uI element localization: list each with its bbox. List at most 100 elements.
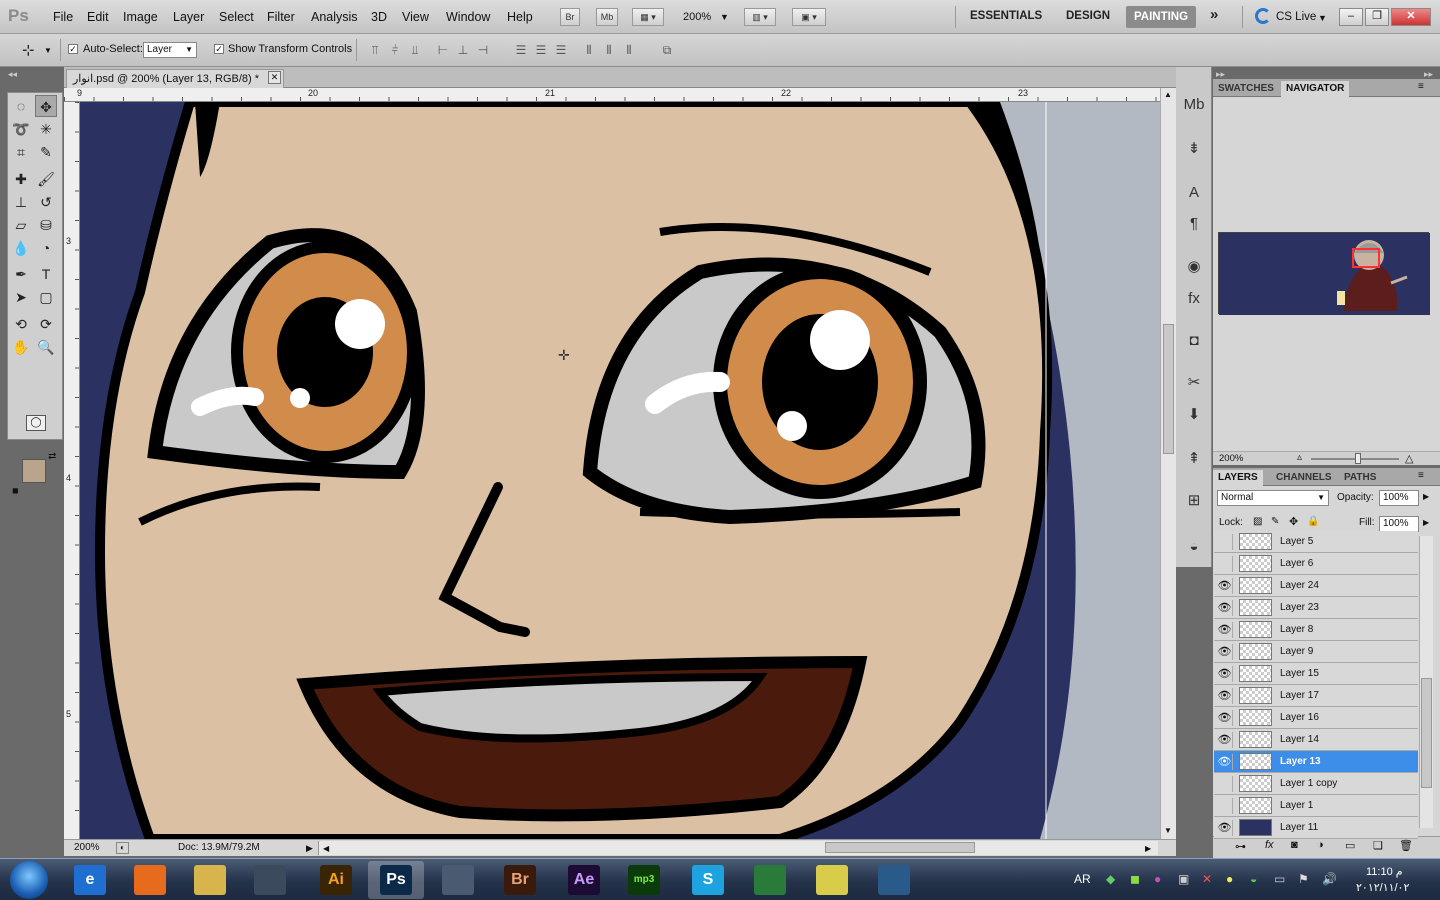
visibility-eye-icon[interactable]: 👁 xyxy=(1217,710,1233,726)
tab-layers[interactable]: LAYERS xyxy=(1213,470,1263,486)
opacity-input[interactable]: 100% xyxy=(1379,490,1419,506)
auto-align-icon[interactable]: ⧉ xyxy=(660,43,674,57)
tool-preset-dropdown-icon[interactable]: ▼ xyxy=(44,46,52,55)
auto-select-checkbox[interactable]: ✓ xyxy=(68,43,78,55)
zoom-tool-icon[interactable]: 🔍 xyxy=(35,336,57,358)
new-group-icon[interactable]: ▭ xyxy=(1345,839,1355,852)
tray-icon-7[interactable]: ◒ xyxy=(1250,872,1257,886)
menu-3d[interactable]: 3D xyxy=(371,10,387,24)
lock-transparent-icon[interactable]: ▨ xyxy=(1253,516,1262,527)
taskbar-explorer[interactable] xyxy=(182,861,238,899)
shape-tool-icon[interactable]: ▢ xyxy=(35,286,57,308)
taskbar-photoshop[interactable]: Ps xyxy=(368,861,424,899)
foreground-color-swatch[interactable] xyxy=(22,459,46,483)
tab-paths[interactable]: PATHS xyxy=(1339,470,1381,486)
lock-image-icon[interactable]: ✎ xyxy=(1271,516,1279,527)
default-colors-icon[interactable]: ◼ xyxy=(12,486,19,495)
clone-source-icon[interactable]: ◘ xyxy=(1182,329,1206,353)
fill-input[interactable]: 100% xyxy=(1379,516,1419,532)
layer-row[interactable]: 👁 Layer 16 xyxy=(1214,707,1418,729)
close-button[interactable]: ✕ xyxy=(1391,8,1431,26)
layers-panel-menu-icon[interactable]: ≡ xyxy=(1418,470,1424,481)
cs-live-button[interactable]: CS Live xyxy=(1276,11,1316,23)
dodge-tool-icon[interactable]: ◔ xyxy=(35,237,57,259)
show-desktop-icon[interactable]: ▭ xyxy=(1274,872,1285,886)
opacity-arrow-icon[interactable]: ▶ xyxy=(1423,492,1429,501)
lock-all-icon[interactable]: 🔒 xyxy=(1307,516,1319,527)
start-button[interactable] xyxy=(10,861,48,899)
brush-tool-icon[interactable]: 🖌 xyxy=(35,168,57,190)
pen-tool-icon[interactable]: ✒ xyxy=(10,263,32,285)
taskbar-illustrator[interactable]: Ai xyxy=(308,861,364,899)
tab-navigator[interactable]: NAVIGATOR xyxy=(1281,81,1350,97)
collapse-toolbox-icon[interactable]: ◂◂ xyxy=(8,69,17,80)
menu-layer[interactable]: Layer xyxy=(173,10,204,24)
taskbar-bridge[interactable]: Br xyxy=(492,861,548,899)
styles-icon[interactable]: fx xyxy=(1182,287,1206,311)
layer-row[interactable]: 👁 Layer 13 xyxy=(1214,751,1418,773)
distribute-hcenter-icon[interactable]: ⦀ xyxy=(602,43,616,57)
more-workspaces-icon[interactable]: » xyxy=(1210,6,1218,23)
visibility-eye-icon[interactable]: 👁 xyxy=(1217,754,1233,770)
3d-rotate-icon[interactable]: ⟲ xyxy=(10,313,32,335)
visibility-eye-icon[interactable]: 👁 xyxy=(1217,688,1233,704)
layers-scroll-thumb[interactable] xyxy=(1421,678,1432,788)
taskbar-skype[interactable]: S xyxy=(680,861,736,899)
tray-icon-5[interactable]: ✕ xyxy=(1202,872,1212,886)
layer-row[interactable]: 👁 Layer 23 xyxy=(1214,597,1418,619)
align-left-icon[interactable]: ⊢ xyxy=(436,43,450,57)
taskbar-firefox[interactable] xyxy=(122,861,178,899)
visibility-eye-icon[interactable] xyxy=(1217,798,1233,814)
clock-date[interactable]: ٢٠١٢/١١/٠٢ xyxy=(1356,881,1409,894)
path-selection-icon[interactable]: ➤ xyxy=(10,286,32,308)
view-extras-button[interactable]: ▦ ▾ xyxy=(632,8,664,26)
swap-colors-icon[interactable]: ⇄ xyxy=(48,451,56,462)
align-vcenter-icon[interactable]: ⫩ xyxy=(388,43,402,57)
lasso-tool-icon[interactable]: ➰ xyxy=(10,118,32,140)
lock-position-icon[interactable]: ✥ xyxy=(1289,515,1298,528)
h-scroll-thumb[interactable] xyxy=(825,842,975,853)
type-tool-icon[interactable]: T xyxy=(35,263,57,285)
healing-brush-icon[interactable]: ✚ xyxy=(10,168,32,190)
launch-bridge-button[interactable]: Br xyxy=(560,8,580,26)
clock-time[interactable]: 11:10 م xyxy=(1366,865,1403,878)
zoom-dropdown-icon[interactable]: ▼ xyxy=(720,12,729,22)
distribute-right-icon[interactable]: ⦀ xyxy=(622,43,636,57)
blend-mode-dropdown[interactable]: Normal ▼ xyxy=(1217,490,1329,506)
zoom-level[interactable]: 200% xyxy=(683,11,711,23)
visibility-eye-icon[interactable]: 👁 xyxy=(1217,732,1233,748)
tab-swatches[interactable]: SWATCHES xyxy=(1213,81,1279,97)
layer-row[interactable]: 👁 Layer 15 xyxy=(1214,663,1418,685)
scroll-down-icon[interactable]: ▼ xyxy=(1164,826,1172,835)
close-document-icon[interactable]: ✕ xyxy=(268,71,281,84)
mini-bridge-button[interactable]: Mb xyxy=(596,8,618,26)
magic-wand-tool-icon[interactable]: ✳ xyxy=(35,118,57,140)
navigator-thumbnail[interactable] xyxy=(1218,232,1430,315)
menu-filter[interactable]: Filter xyxy=(267,10,295,24)
3d-orbit-icon[interactable]: ⟳ xyxy=(35,313,57,335)
arrange-documents-button[interactable]: ▥ ▾ xyxy=(744,8,776,26)
workspace-essentials[interactable]: ESSENTIALS xyxy=(970,10,1042,22)
zoom-in-icon[interactable]: △ xyxy=(1405,452,1413,465)
marquee-tool-icon[interactable]: ◌ xyxy=(10,95,32,117)
menu-file[interactable]: File xyxy=(53,10,73,24)
scroll-thumb[interactable] xyxy=(1163,324,1174,454)
input-language[interactable]: AR xyxy=(1074,872,1091,886)
paragraph-icon[interactable]: ¶ xyxy=(1182,212,1206,236)
align-bottom-icon[interactable]: ⫫ xyxy=(408,43,422,57)
menu-edit[interactable]: Edit xyxy=(87,10,109,24)
eraser-tool-icon[interactable]: ▱ xyxy=(10,214,32,236)
scroll-right-icon[interactable]: ▶ xyxy=(1145,841,1151,857)
taskbar-mp3-direct-cut[interactable]: mp3 cut xyxy=(616,861,672,899)
cs-live-dropdown-icon[interactable]: ▼ xyxy=(1318,13,1327,23)
nvidia-icon[interactable]: ◼ xyxy=(1130,872,1140,886)
eyedropper-tool-icon[interactable]: ✎ xyxy=(35,141,57,163)
visibility-eye-icon[interactable]: 👁 xyxy=(1217,644,1233,660)
document-tab[interactable]: انوار.psd @ 200% (Layer 13, RGB/8) * xyxy=(66,69,284,88)
zoom-out-icon[interactable]: ▵ xyxy=(1297,452,1302,463)
layer-row[interactable]: Layer 1 copy xyxy=(1214,773,1418,795)
zoom-slider-thumb[interactable] xyxy=(1355,453,1361,464)
info-icon[interactable]: ◒ xyxy=(1182,535,1206,559)
document-canvas[interactable]: ✛ xyxy=(80,102,1160,839)
menu-analysis[interactable]: Analysis xyxy=(311,10,358,24)
